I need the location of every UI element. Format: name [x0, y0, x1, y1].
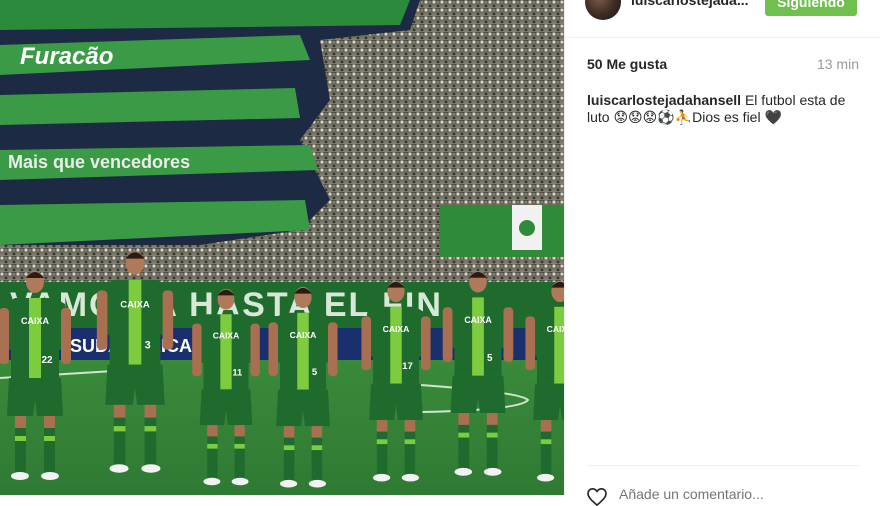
shirt-sponsor: CAIXA [120, 299, 150, 310]
username-link[interactable]: luiscarlostejada... [631, 0, 749, 8]
post-stats: 50 Me gusta 13 min [587, 56, 859, 76]
post-header: luiscarlostejada... Siguiendo [565, 0, 880, 38]
likes-count[interactable]: 50 Me gusta [587, 56, 667, 72]
comment-bar [587, 465, 859, 506]
shirt-sponsor: CAIXA [290, 330, 317, 340]
player-number: 22 [41, 355, 53, 366]
player-number: 17 [402, 361, 413, 372]
caption-username[interactable]: luiscarlostejadahansell [587, 92, 741, 108]
banner-text-top: Furacão [20, 43, 113, 70]
post-photo[interactable]: Furacão Mais que vencedores VAMOS A HAST… [0, 0, 564, 495]
comment-input[interactable] [619, 486, 849, 502]
avatar[interactable] [585, 0, 621, 20]
player-number: 11 [232, 366, 242, 377]
heart-icon[interactable] [587, 488, 607, 506]
post-sidebar: luiscarlostejada... Siguiendo 50 Me gust… [564, 0, 880, 506]
shirt-sponsor: CAIXA [213, 331, 239, 341]
player-number: 5 [487, 353, 493, 364]
following-button[interactable]: Siguiendo [765, 0, 857, 16]
player-number: 3 [145, 340, 151, 352]
photo-canvas: Furacão Mais que vencedores VAMOS A HAST… [0, 0, 564, 495]
shirt-sponsor: CAIXA [547, 324, 564, 334]
shirt-sponsor: CAIXA [21, 316, 50, 326]
shirt-sponsor: CAIXA [383, 324, 410, 334]
club-flag [440, 205, 564, 257]
post-timestamp[interactable]: 13 min [817, 56, 859, 72]
player-number: 5 [312, 367, 318, 378]
shirt-sponsor: CAIXA [464, 315, 492, 325]
post-caption: luiscarlostejadahansell El futbol esta d… [587, 92, 859, 126]
banner-text-bottom: Mais que vencedores [8, 152, 190, 172]
